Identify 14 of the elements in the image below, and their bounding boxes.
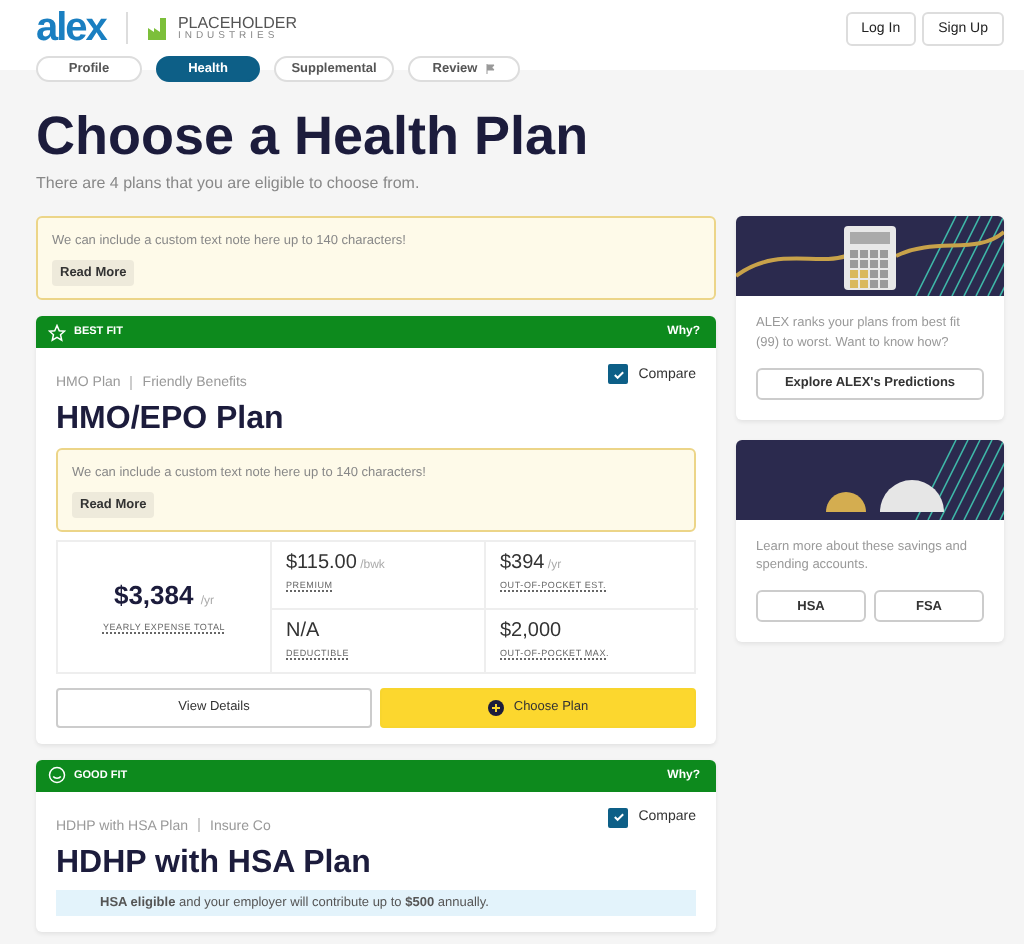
page-title: Choose a Health Plan <box>36 110 591 164</box>
star-icon <box>48 323 66 341</box>
check-icon <box>611 367 626 381</box>
stat-value: N/A <box>286 619 322 642</box>
check-icon <box>611 810 626 825</box>
plan-name: HDHP with HSA Plan <box>56 845 371 881</box>
stat-value: $2,000 <box>500 619 564 642</box>
page-subtitle: There are 4 plans that you are eligible to choose from. <box>36 174 422 192</box>
factory-icon <box>147 17 172 39</box>
alex-logo: alex <box>36 5 106 51</box>
plan-name: HMO/EPO Plan <box>56 402 284 438</box>
plus-icon <box>487 699 504 716</box>
smiley-icon <box>48 766 66 785</box>
partner-name: PLACEHOLDER <box>177 15 298 31</box>
